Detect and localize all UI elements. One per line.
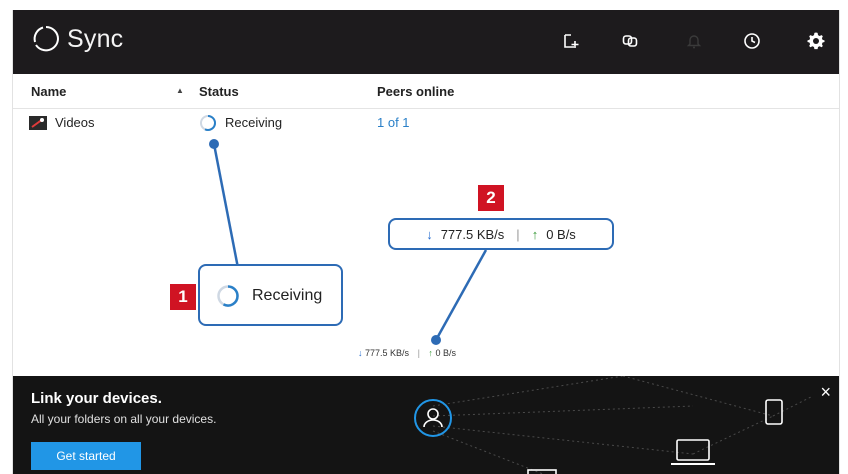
callout-receiving: Receiving	[198, 264, 343, 326]
callout-transfer-speed: ↓ 777.5 KB/s | ↑ 0 B/s	[388, 218, 614, 250]
upload-arrow-icon: ↑	[531, 226, 539, 242]
callout-status-text: Receiving	[252, 287, 323, 304]
callout-number-1: 1	[170, 284, 196, 310]
download-arrow-icon: ↓	[426, 226, 433, 242]
callout-download-speed: 777.5 KB/s	[440, 226, 505, 242]
callout-upload-speed: 0 B/s	[546, 226, 576, 242]
speed-divider: |	[516, 226, 520, 242]
receiving-spinner-icon	[217, 285, 239, 307]
callout-number-2: 2	[478, 185, 504, 211]
